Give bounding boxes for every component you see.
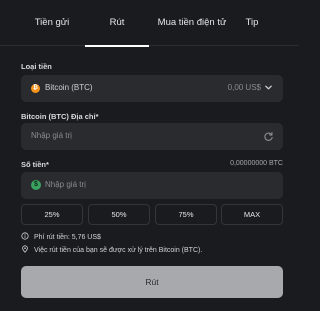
amount-label: Số tiền* <box>21 160 49 169</box>
tab-deposit[interactable]: Tiền gửi <box>22 0 82 46</box>
percent-25-button[interactable]: 25% <box>21 204 83 225</box>
amount-balance: 0,00000000 BTC <box>230 160 283 167</box>
currency-label: Loại tiền <box>21 62 52 71</box>
refresh-icon[interactable] <box>263 131 274 142</box>
note-text: Việc rút tiền của bạn sẽ được xử lý trên… <box>34 247 203 254</box>
tab-withdraw[interactable]: Rút <box>85 0 149 47</box>
address-label: Bitcoin (BTC) Địa chỉ* <box>21 112 99 121</box>
fee-text: Phí rút tiền: 5,76 US$ <box>34 234 101 241</box>
dollar-icon: $ <box>31 180 41 190</box>
fee-info: Phí rút tiền: 5,76 US$ <box>21 232 101 241</box>
amount-field[interactable]: $ Nhập giá trị <box>21 172 283 199</box>
amount-placeholder: Nhập giá trị <box>45 180 86 189</box>
location-pin-icon <box>22 245 28 253</box>
network-note: Việc rút tiền của bạn sẽ được xử lý trên… <box>21 245 202 254</box>
withdraw-panel: Tiền gửi Rút Mua tiền điện tử Tip Loại t… <box>0 0 299 311</box>
address-field[interactable]: Nhập giá trị <box>21 123 283 150</box>
bitcoin-icon: ₿ <box>31 84 40 93</box>
withdraw-submit-button[interactable]: Rút <box>21 266 283 298</box>
info-icon <box>21 232 29 240</box>
chevron-down-icon <box>265 85 272 90</box>
tab-tip[interactable]: Tip <box>234 0 270 46</box>
percent-75-button[interactable]: 75% <box>155 204 217 225</box>
currency-usd-value: 0,00 US$ <box>227 83 261 92</box>
address-placeholder: Nhập giá trị <box>31 131 72 140</box>
percent-max-button[interactable]: MAX <box>221 204 283 225</box>
currency-selected: Bitcoin (BTC) <box>45 83 93 92</box>
percent-50-button[interactable]: 50% <box>88 204 150 225</box>
tab-bar: Tiền gửi Rút Mua tiền điện tử Tip <box>0 0 299 47</box>
tab-buy-crypto[interactable]: Mua tiền điện tử <box>152 0 232 46</box>
currency-select[interactable]: ₿ Bitcoin (BTC) 0,00 US$ <box>21 75 283 102</box>
